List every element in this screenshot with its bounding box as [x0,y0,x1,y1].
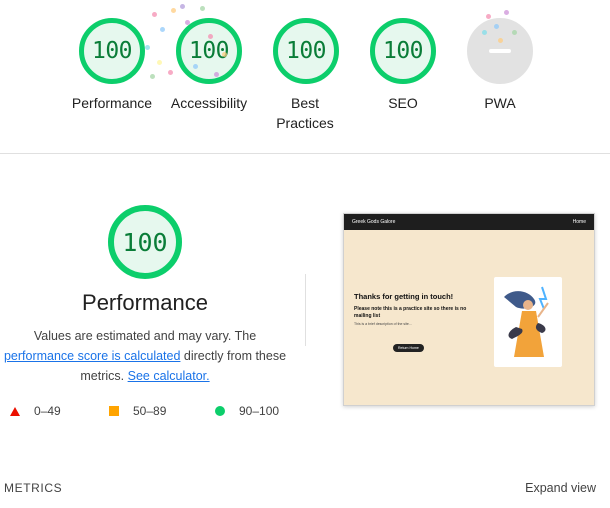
score-text: 100 [188,38,230,64]
category-gauge-performance[interactable]: 100 [79,18,145,84]
performance-score-text: 100 [122,227,168,257]
thumbnail-body-text: This is a brief description of the site.… [354,322,412,326]
category-label-seo[interactable]: SEO [348,93,458,113]
legend-pass-range: 90–100 [239,404,280,418]
performance-title: Performance [82,290,208,315]
thumbnail-nav-home: Home [572,219,586,225]
score-text: 100 [91,38,133,64]
score-text: 100 [382,38,424,64]
triangle-icon [10,406,20,416]
category-gauge-seo[interactable]: 100 [370,18,436,84]
legend-fail-range: 0–49 [34,404,61,418]
category-gauge-pwa[interactable] [467,18,533,84]
category-label-best-practices[interactable]: Best Practices [265,93,345,133]
see-calculator-link[interactable]: See calculator. [128,369,210,383]
thumbnail-illustration [494,277,562,367]
thumbnail-navbar: Greek Gods Galore Home [344,214,594,230]
desc-prefix: Values are estimated and may vary. The [33,329,257,343]
final-screenshot-thumbnail[interactable]: Greek Gods Galore Home Thanks for gettin… [343,213,595,406]
legend-fail: 0–49 [10,404,61,418]
thumbnail-subheading: Please note this is a practice site so t… [354,306,467,319]
performance-score-gauge: 100 [108,205,182,279]
score-text: 100 [285,38,327,64]
legend-average-range: 50–89 [133,404,167,418]
performance-description: Values are estimated and may vary. The p… [0,326,290,386]
legend-average: 50–89 [109,404,166,418]
section-divider [0,153,610,154]
thumbnail-site-name: Greek Gods Galore [352,219,396,225]
category-label-accessibility[interactable]: Accessibility [154,93,264,113]
pwa-badge-icon [489,49,511,53]
legend-pass: 90–100 [215,404,279,418]
thumbnail-return-button: Return Home [393,344,424,352]
vertical-divider [305,274,306,346]
metrics-heading: METRICS [4,481,63,495]
performance-score-link[interactable]: performance score is calculated [4,349,180,363]
category-label-performance[interactable]: Performance [57,93,167,113]
category-gauge-best-practices[interactable]: 100 [273,18,339,84]
expand-view-toggle[interactable]: Expand view [525,481,596,495]
thumbnail-heading: Thanks for getting in touch! [354,292,454,301]
square-icon [109,406,119,416]
circle-icon [215,406,225,416]
category-label-pwa[interactable]: PWA [445,93,555,113]
category-gauge-accessibility[interactable]: 100 [176,18,242,84]
